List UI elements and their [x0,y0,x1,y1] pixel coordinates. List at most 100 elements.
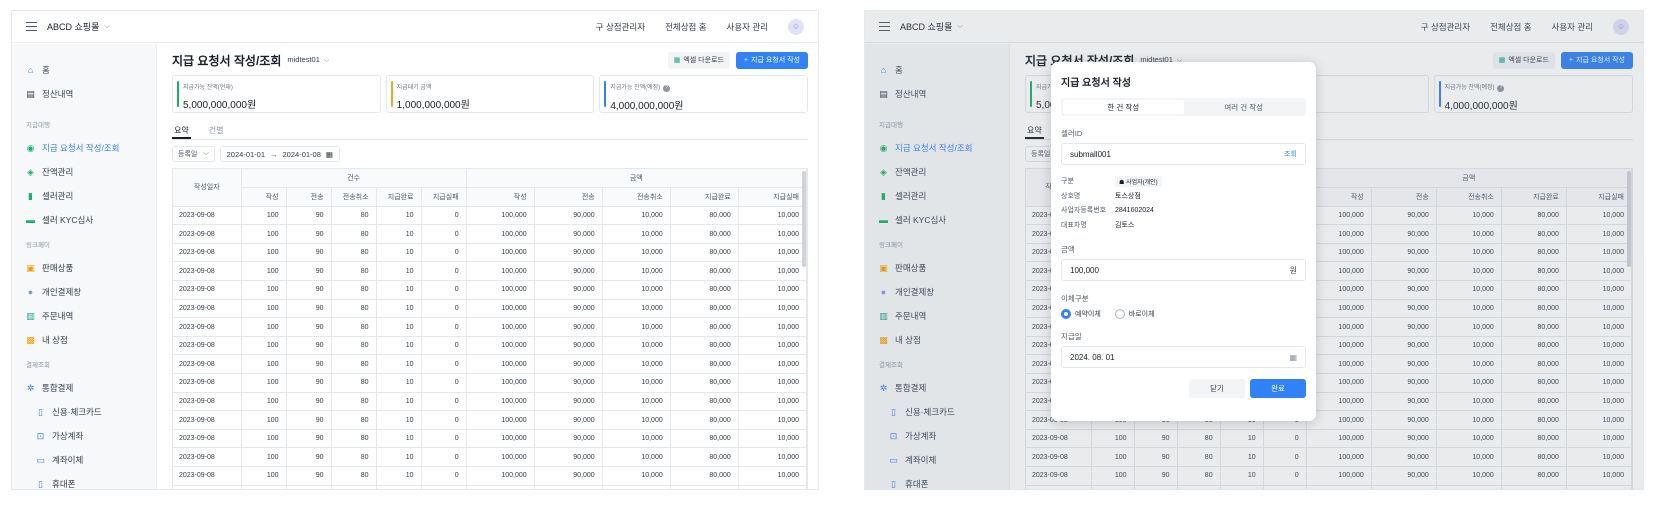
table-cell: 80 [331,410,377,430]
table-cell: 90 [286,392,332,412]
sidebar-item[interactable]: ▯ 휴대폰 [12,472,156,489]
merchant-selector[interactable]: midtest01 ⌵ [287,55,329,65]
sidebar-item[interactable]: ▯ 신용·체크카드 [12,400,156,424]
sidebar-item[interactable]: ● 개인결제창 [12,280,156,304]
sidebar-item[interactable]: ▭ 계좌이체 [12,448,156,472]
table-cell: 100,000 [466,206,535,226]
table-row[interactable]: 2023-09-081009080100100,00090,00010,0008… [173,280,807,300]
sidebar-item[interactable]: ⊡ 가상계좌 [12,424,156,448]
tab-itemized[interactable]: 건별 [207,121,226,139]
sidebar-item[interactable]: ▥ 주문내역 [12,304,156,328]
table-row[interactable]: 2023-09-081009080100100,00090,00010,0008… [173,410,807,430]
nav-user-manage[interactable]: 사용자 관리 [727,21,768,33]
table-cell: 80,000 [670,392,739,412]
table-cell: 10 [376,429,422,449]
table-row[interactable]: 2023-09-081009080100100,00090,00010,0008… [173,299,807,319]
vertical-scrollbar[interactable] [802,171,806,267]
table-cell: 90,000 [534,224,603,244]
table-cell: 90,000 [534,447,603,467]
seller-id-field[interactable]: submall001 조회 [1061,143,1306,165]
table-row[interactable]: 2023-09-081009080100100,00090,00010,0008… [173,354,807,375]
main-content: 지급 요청서 작성/조회 midtest01 ⌵ ▦ 엑셀 다운로드 + 지급 요청서… [162,44,818,489]
nav-all-stores[interactable]: 전체상점 홈 [665,21,706,33]
table-cell: 2023-09-08 [173,280,242,300]
info-row-rep: 대표자명 김토스 [1061,218,1306,233]
table-row[interactable]: 2023-09-081009080100100,00090,00010,0008… [173,392,807,412]
table-cell: 0 [421,354,467,375]
table-cell: 10 [376,485,422,489]
sidebar-item[interactable]: ▤ 정산내역 [12,82,156,106]
close-button[interactable]: 닫기 [1189,379,1245,398]
table-cell: 100,000 [466,261,535,282]
sidebar-item[interactable]: ◈ 잔액관리 [12,160,156,184]
sidebar-item[interactable]: ▣ 판매상품 [12,256,156,280]
table-row[interactable]: 2023-09-081009080100100,00090,00010,0008… [173,466,807,486]
amount-field[interactable]: 100,000 원 [1061,259,1306,281]
payout-date-field[interactable]: 2024. 08. 01 ▦ [1061,346,1306,368]
excel-download-button[interactable]: ▦ 엑셀 다운로드 [667,51,730,69]
table-cell: 2023-09-08 [173,447,242,467]
table-cell: 10,000 [602,261,671,282]
payout-date-label: 지급일 [1061,332,1082,341]
table-row[interactable]: 2023-09-081009080100100,00090,00010,0008… [173,485,807,489]
sidebar-item[interactable]: ✲ 통합결제 [12,376,156,400]
nav-old-admin[interactable]: 구 상점관리자 [596,21,645,33]
sidebar-item[interactable]: ▩ 내 상점 [12,328,156,352]
radio-scheduled[interactable]: 예약이체 [1061,309,1101,319]
tab-summary[interactable]: 요약 [172,121,191,139]
table-cell: 80,000 [670,243,739,263]
table-row[interactable]: 2023-09-081009080100100,00090,00010,0008… [173,447,807,467]
seller-lookup-button[interactable]: 조회 [1284,149,1297,159]
info-row-type: 구분 ☗ 사업자(개인) [1061,174,1306,189]
merchant-id: midtest01 [287,55,320,64]
table-cell: 10,000 [602,392,671,412]
date-range-picker[interactable]: 2024-01-01 → 2024-01-08 ▦ [219,146,340,162]
shop-selector[interactable]: ABCD 쇼핑몰 ⌵ [47,20,110,33]
balance-card-label: 지급가능 잔액(현재) [183,82,380,91]
table-row[interactable]: 2023-09-081009080100100,00090,00010,0008… [173,429,807,449]
balance-card-label-text: 지급가능 잔액(현재) [183,85,233,91]
screen-list: ABCD 쇼핑몰 ⌵ 구 상점관리자 전체상점 홈 사용자 관리 ☺ ⌂ 홈 ▤ 정산내… [11,10,819,490]
radio-label: 예약이체 [1075,311,1101,318]
table-cell: 80,000 [670,261,739,282]
transfer-icon: ▭ [36,454,45,465]
radio-immediate[interactable]: 바로이체 [1114,309,1155,319]
sidebar-item[interactable]: ▬ 셀러 KYC심사 [12,208,156,232]
avatar[interactable]: ☺ [788,18,804,35]
calendar-icon[interactable]: ▦ [1289,353,1297,362]
bulk-entry-option[interactable]: 여러 건 작성 [1184,100,1305,114]
table-cell: 90,000 [534,317,603,337]
summary-table: 작성일자건수금액작성전송전송취소지급완료지급실패작성전송전송취소지급완료지급실패… [172,168,808,489]
sidebar-item[interactable]: ▮ 셀러관리 [12,184,156,208]
date-type-select[interactable]: 등록일 ⌵ [172,146,215,162]
table-cell: 90 [286,317,332,337]
balance-card-label-text: 지급가능 잔액(예정) [610,85,661,91]
sidebar-item[interactable]: ◉ 지급 요청서 작성/조회 [12,136,156,160]
sidebar: ⌂ 홈 ▤ 정산내역 지급대행 ◉ 지급 요청서 작성/조회 ◈ 잔액관리 ▮ 셀러관리 ▬ 셀러 KY… [12,44,157,489]
table-cell: 10,000 [738,373,807,393]
menu-icon[interactable] [26,22,37,31]
table-cell: 90,000 [534,466,603,486]
table-cell: 2023-09-08 [173,261,242,282]
create-request-button[interactable]: + 지급 요청서 작성 [735,51,808,69]
table-row[interactable]: 2023-09-081009080100100,00090,00010,0008… [173,317,807,337]
info-icon[interactable]: ? [663,85,671,92]
table-cell: 80 [331,280,377,300]
table-row[interactable]: 2023-09-081009080100100,00090,00010,0008… [173,373,807,393]
table-row[interactable]: 2023-09-081009080100100,00090,00010,0008… [173,261,807,282]
table-cell: 10 [376,336,422,356]
table-cell: 90 [286,280,332,300]
table-row[interactable]: 2023-09-081009080100100,00090,00010,0008… [173,336,807,356]
table-row[interactable]: 2023-09-081009080100100,00090,00010,0008… [173,224,807,244]
confirm-button[interactable]: 완료 [1250,379,1306,398]
entry-mode-toggle: 한 건 작성 여러 건 작성 [1061,98,1306,116]
table-cell: 90 [286,354,332,375]
sidebar-item-label: 신용·체크카드 [52,407,102,417]
table-cell: 100 [241,280,287,300]
sidebar-item[interactable]: ⌂ 홈 [12,58,156,82]
table-cell: 10,000 [738,243,807,263]
table-row[interactable]: 2023-09-081009080100100,00090,00010,0008… [173,206,807,226]
table-row[interactable]: 2023-09-081009080100100,00090,00010,0008… [173,243,807,263]
single-entry-option[interactable]: 한 건 작성 [1063,100,1184,114]
sidebar-item-label: 내 상점 [42,335,68,345]
